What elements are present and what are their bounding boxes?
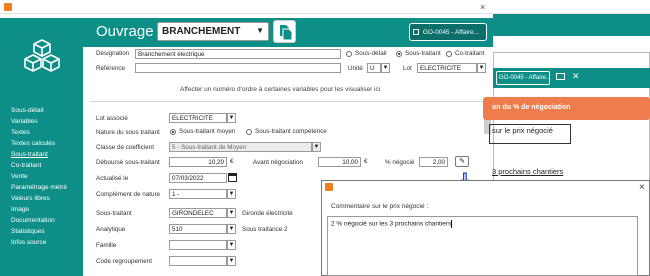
reference-input[interactable] bbox=[135, 63, 341, 73]
nature-label: Nature du sous traitant bbox=[96, 129, 160, 136]
designation-input[interactable]: Branchement électrique bbox=[135, 49, 341, 59]
background-header bbox=[493, 14, 650, 36]
background-text-1: sur le prix négocié bbox=[492, 126, 553, 135]
variables-info-text: Affecter un numéro d'ordre à certaines v… bbox=[180, 86, 381, 93]
documents-icon bbox=[280, 25, 293, 41]
debourse-currency: € bbox=[230, 158, 234, 165]
screen-icon[interactable] bbox=[556, 73, 565, 80]
unite-dropdown-icon[interactable]: ▼ bbox=[381, 63, 390, 73]
sidebar-item-textes-calcules[interactable]: Textes calculés bbox=[11, 140, 55, 147]
sidebar-item-textes[interactable]: Textes bbox=[11, 129, 30, 136]
sidebar-item-sous-traitant[interactable]: Sous-traitant bbox=[11, 151, 48, 158]
affaire-button[interactable]: GO-0045 - Affaire... bbox=[409, 23, 487, 41]
analytique-select[interactable]: 510 bbox=[169, 224, 227, 234]
famille-select[interactable] bbox=[169, 240, 227, 250]
unite-label: Unité bbox=[348, 65, 363, 72]
radio-sous-traitant-moyen[interactable] bbox=[170, 129, 176, 135]
radio-sous-detail-label: Sous-détail bbox=[355, 50, 387, 57]
app-title-bar bbox=[0, 0, 650, 14]
text-cursor bbox=[451, 220, 453, 228]
avant-nego-currency: € bbox=[364, 158, 368, 165]
lot-select[interactable]: ELECTRICITE bbox=[417, 63, 477, 73]
analytique-label: Analytique bbox=[96, 226, 126, 233]
complement-dropdown-icon[interactable]: ▼ bbox=[227, 189, 236, 199]
pct-nego-input[interactable]: 2,00 bbox=[419, 157, 448, 167]
radio-sous-detail[interactable] bbox=[346, 51, 352, 57]
radio-sous-traitant-competence-label: Sous-traitant compétence bbox=[255, 128, 327, 135]
sous-traitant-label: Sous-traitant bbox=[96, 210, 132, 217]
edit-comment-button[interactable]: ✎ bbox=[455, 156, 469, 167]
avant-nego-label: Avant négociation bbox=[253, 159, 303, 166]
lot-associe-select[interactable]: ELECTRICITE bbox=[169, 113, 227, 123]
unite-select[interactable]: U bbox=[367, 63, 381, 73]
comment-textarea[interactable]: 2 % négocié sur les 3 prochains chantier… bbox=[327, 216, 638, 276]
chevron-down-icon: ▼ bbox=[256, 26, 264, 35]
classe-label: Classe de coefficient bbox=[96, 144, 154, 151]
sous-traitant-dropdown-icon[interactable]: ▼ bbox=[227, 208, 236, 218]
sidebar-item-sous-detail[interactable]: Sous-détail bbox=[11, 107, 44, 114]
cubes-logo-icon bbox=[24, 39, 60, 72]
pct-nego-label: % négocié bbox=[385, 159, 415, 166]
debourse-label: Déboursé sous-traitant bbox=[96, 159, 160, 166]
pencil-icon: ✎ bbox=[459, 158, 465, 165]
actualise-input[interactable]: 07/03/2022 bbox=[169, 173, 227, 183]
analytique-name: Sous traitance 2 bbox=[242, 226, 288, 233]
ouvrage-code-value: BRANCHEMENT bbox=[162, 26, 241, 37]
pin-icon[interactable]: ✕ bbox=[572, 71, 580, 82]
debourse-input[interactable]: 10,20 bbox=[169, 157, 227, 167]
radio-co-traitant[interactable] bbox=[446, 51, 452, 57]
analytique-dropdown-icon[interactable]: ▼ bbox=[227, 224, 236, 234]
code-regroup-select[interactable] bbox=[169, 256, 227, 266]
app-icon bbox=[4, 3, 12, 11]
sous-traitant-name: Gironde électricité bbox=[242, 210, 293, 217]
lot-dropdown-icon[interactable]: ▼ bbox=[477, 63, 486, 73]
ouvrage-code-select[interactable]: BRANCHEMENT ▼ bbox=[157, 22, 269, 41]
close-icon[interactable]: × bbox=[480, 2, 485, 12]
classe-select: 5 - Sous-traitant de Moyen bbox=[169, 142, 312, 152]
dialog-app-icon bbox=[325, 183, 333, 191]
radio-sous-traitant-label: Sous-traitant bbox=[405, 50, 441, 57]
designation-label: Désignation bbox=[96, 50, 130, 57]
background-text-2: 3 prochains chantiers bbox=[492, 167, 564, 176]
radio-sous-traitant-moyen-label: Sous-traitant moyen bbox=[179, 128, 236, 135]
radio-co-traitant-label: Co-traitant bbox=[455, 50, 485, 57]
code-regroup-dropdown-icon[interactable]: ▼ bbox=[227, 256, 236, 266]
classe-dropdown-icon: ▼ bbox=[312, 142, 321, 152]
affaire-icon bbox=[413, 29, 419, 36]
sidebar-item-valeurs-libres[interactable]: Valeurs libres bbox=[11, 195, 50, 202]
sidebar-item-co-traitant[interactable]: Co-traitant bbox=[11, 162, 41, 169]
complement-select[interactable]: 1 - bbox=[169, 189, 227, 199]
sidebar: Sous-détail Variables Textes Textes calc… bbox=[0, 18, 83, 276]
lot-associe-label: Lot associé bbox=[96, 115, 128, 122]
radio-sous-traitant[interactable] bbox=[396, 51, 402, 57]
sidebar-item-variables[interactable]: Variables bbox=[11, 118, 38, 125]
actualise-label: Actualisé le bbox=[96, 175, 129, 182]
famille-dropdown-icon[interactable]: ▼ bbox=[227, 240, 236, 250]
calendar-icon[interactable] bbox=[228, 173, 237, 182]
sidebar-item-vente[interactable]: Vente bbox=[11, 173, 28, 180]
lot-label: Lot bbox=[403, 65, 412, 72]
affaire-label: GO-0045 - Affaire... bbox=[422, 29, 480, 36]
complement-label: Complément de nature bbox=[96, 191, 161, 198]
lot-associe-dropdown-icon[interactable]: ▼ bbox=[227, 113, 236, 123]
close-icon[interactable]: × bbox=[639, 182, 645, 193]
radio-sous-traitant-competence[interactable] bbox=[246, 129, 252, 135]
divider bbox=[90, 101, 485, 102]
code-regroup-label: Code regroupement bbox=[96, 258, 153, 265]
sidebar-item-statistiques[interactable]: Statistiques bbox=[11, 228, 45, 235]
famille-label: Famille bbox=[96, 242, 117, 249]
negotiation-banner: on du % de négociation bbox=[483, 97, 650, 120]
sidebar-item-parametrage-metre[interactable]: Paramétrage métré bbox=[11, 184, 67, 191]
page-title: Ouvrage bbox=[96, 23, 154, 40]
sidebar-item-image[interactable]: Image bbox=[11, 206, 29, 213]
sous-traitant-select[interactable]: GIRONDELEC bbox=[169, 208, 227, 218]
reference-label: Référence bbox=[96, 65, 126, 72]
documents-button[interactable] bbox=[273, 20, 296, 43]
avant-nego-input[interactable]: 10,00 bbox=[318, 157, 361, 167]
background-affaire-button[interactable]: GO-0045 - Affaire... bbox=[496, 71, 550, 85]
sidebar-item-documentation[interactable]: Documentation bbox=[11, 217, 55, 224]
sidebar-item-infos-source[interactable]: Infos source bbox=[11, 239, 46, 246]
comment-text: 2 % négocié sur les 3 prochains chantier… bbox=[331, 220, 452, 228]
comment-label: Commentaire sur le prix négocié : bbox=[331, 203, 429, 210]
